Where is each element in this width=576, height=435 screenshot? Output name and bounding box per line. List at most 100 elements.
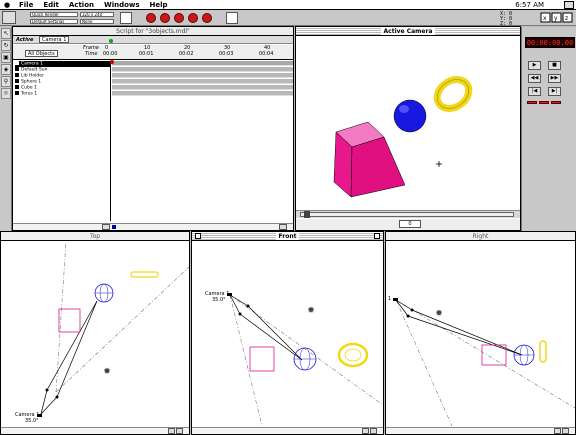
front-view-hscroll[interactable] — [192, 427, 383, 434]
active-object-popup[interactable]: Camera 1 — [39, 36, 70, 43]
go-end-button[interactable]: ▶| — [548, 87, 561, 96]
front-sun-light-icon[interactable]: ✹ — [307, 306, 315, 316]
front-cube-wireframe[interactable] — [249, 346, 275, 372]
track-sun[interactable] — [112, 67, 293, 72]
keyframe-marker[interactable] — [110, 60, 114, 64]
record-button-3[interactable] — [174, 13, 184, 23]
cube-wireframe[interactable] — [58, 308, 81, 333]
track-camera[interactable] — [112, 61, 293, 66]
top-view-titlebar[interactable]: Top — [1, 232, 189, 241]
right-zoom-in-icon[interactable] — [562, 428, 569, 434]
menu-file[interactable]: File — [14, 1, 38, 9]
apple-menu-icon[interactable]: ● — [0, 1, 14, 9]
right-cone-lower — [395, 299, 453, 426]
scroll-left-arrow[interactable] — [102, 224, 110, 230]
camera-move-tool-icon[interactable]: ◈ — [1, 64, 11, 75]
stop-button[interactable]: ■ — [548, 61, 561, 70]
top-zoom-in-icon[interactable] — [176, 428, 183, 434]
top-view-canvas[interactable]: ✹ — [1, 242, 189, 426]
front-view-titlebar[interactable]: Front — [192, 232, 383, 241]
rendered-scene[interactable] — [296, 37, 520, 209]
top-view-hscroll[interactable] — [1, 427, 189, 434]
sun-light-icon[interactable]: ✹ — [103, 367, 111, 377]
camera-line-b — [46, 300, 98, 391]
record-button-2[interactable] — [160, 13, 170, 23]
camera-tool-icon[interactable] — [2, 11, 16, 24]
track-torus[interactable] — [112, 91, 293, 96]
track-sphere[interactable] — [112, 79, 293, 84]
fast-forward-button[interactable]: ▶▶ — [548, 74, 561, 83]
zoom-tool-icon[interactable]: ⚲ — [1, 76, 11, 87]
front-close-box-icon[interactable] — [195, 233, 201, 239]
scroll-right-arrow[interactable] — [279, 224, 287, 230]
front-zoom-box-icon[interactable] — [374, 233, 380, 239]
right-view-canvas[interactable]: ✹ — [386, 242, 575, 426]
camera-timeline-thumb[interactable] — [304, 211, 310, 218]
right-camera-body-icon[interactable] — [393, 298, 398, 301]
rotate-tool-icon[interactable]: ↻ — [1, 40, 11, 51]
script-hscroll[interactable] — [13, 223, 293, 230]
script-row-torus[interactable]: Torus 1 — [15, 91, 110, 97]
right-camera-name: 1 — [388, 296, 392, 302]
application-menu-icon[interactable] — [564, 1, 574, 9]
right-sun-light-icon[interactable]: ✹ — [435, 309, 443, 319]
menu-bar: ● File Edit Action Windows Help 6:57 AM — [0, 0, 576, 10]
front-camera-handle-1[interactable] — [246, 304, 250, 308]
top-zoom-out-icon[interactable] — [168, 428, 175, 434]
right-camera-line-b — [395, 299, 409, 317]
green-indicator — [109, 39, 113, 43]
right-torus-wireframe[interactable] — [539, 340, 547, 363]
record-button-1[interactable] — [146, 13, 156, 23]
front-view-window: Front ✹ Camera 1 35.0° — [191, 231, 384, 435]
right-camera-handle-2[interactable] — [406, 314, 410, 318]
arrow-tool-icon[interactable]: ↖ — [1, 28, 11, 39]
play-button[interactable]: ▶ — [528, 61, 541, 70]
resolution-popup[interactable]: 320 x 240 — [80, 12, 114, 17]
ruler-time-1: 00:01 — [139, 51, 154, 57]
shading-popup[interactable]: None — [80, 19, 114, 24]
record-button-5[interactable] — [202, 13, 212, 23]
light-tool-icon[interactable]: ☼ — [1, 88, 11, 99]
settings-popup[interactable]: Default Settings — [30, 19, 78, 24]
list-divider — [110, 61, 111, 221]
front-torus-wireframe[interactable] — [337, 342, 369, 368]
camera-handle-1[interactable] — [45, 388, 49, 392]
right-camera-handle-1[interactable] — [410, 308, 414, 312]
camera-timeline[interactable] — [296, 210, 520, 218]
active-camera-titlebar[interactable]: Active Camera — [296, 27, 520, 36]
menu-action[interactable]: Action — [64, 1, 99, 9]
go-start-button[interactable]: |◀ — [528, 87, 541, 96]
script-window: Script for "3objects.mdl" Active Camera … — [12, 26, 294, 231]
svg-text:x: x — [543, 15, 547, 22]
front-zoom-in-icon[interactable] — [370, 428, 377, 434]
red-indicator-2 — [539, 101, 549, 104]
filter-popup[interactable]: All Objects — [25, 50, 58, 57]
orientation-icons: x y z — [540, 12, 574, 24]
frame-field[interactable]: 0 — [399, 220, 421, 228]
tool-palette: ↖ ↻ ▣ ◈ ⚲ ☼ — [0, 27, 12, 232]
right-zoom-out-icon[interactable] — [554, 428, 561, 434]
menu-edit[interactable]: Edit — [38, 1, 64, 9]
torus-wireframe[interactable] — [130, 271, 159, 278]
camera-timeline-track[interactable] — [300, 212, 514, 217]
menu-help[interactable]: Help — [145, 1, 173, 9]
front-camera-handle-2[interactable] — [238, 312, 242, 316]
front-zoom-out-icon[interactable] — [362, 428, 369, 434]
render-button[interactable] — [120, 12, 132, 24]
rewind-button[interactable]: ◀◀ — [528, 74, 541, 83]
right-cone-upper — [395, 299, 575, 409]
track-lib-holder[interactable] — [112, 73, 293, 78]
white-swatch-button[interactable] — [226, 12, 238, 24]
track-cube[interactable] — [112, 85, 293, 90]
right-view-titlebar[interactable]: Right — [386, 232, 575, 241]
playhead-thumb[interactable] — [112, 225, 116, 229]
record-button-4[interactable] — [188, 13, 198, 23]
script-window-titlebar[interactable]: Script for "3objects.mdl" — [13, 27, 293, 36]
menu-windows[interactable]: Windows — [99, 1, 145, 9]
right-view-hscroll[interactable] — [386, 427, 575, 434]
scale-tool-icon[interactable]: ▣ — [1, 52, 11, 63]
render-mode-popup[interactable]: Quick Render — [30, 12, 78, 17]
view-cone-left — [55, 242, 67, 393]
camera-handle-2[interactable] — [55, 395, 59, 399]
front-view-canvas[interactable]: ✹ — [192, 242, 383, 426]
